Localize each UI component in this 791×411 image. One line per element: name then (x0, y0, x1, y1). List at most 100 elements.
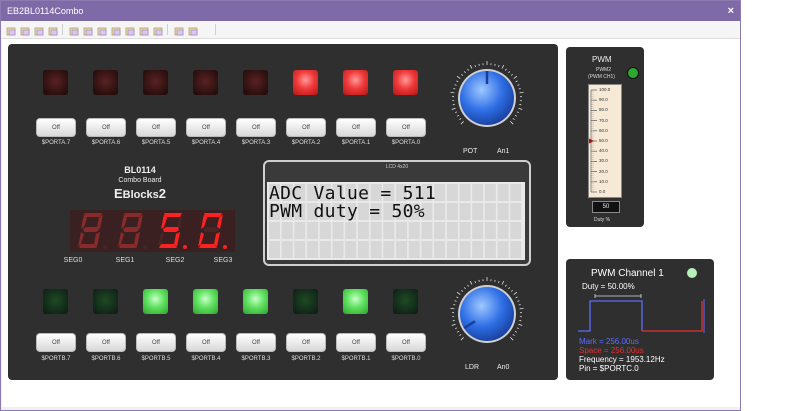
seg-digit-3 (198, 213, 227, 249)
pwm-channel-1-panel: PWM Channel 1 Duty = 50.00% Mark = 256.00u… (566, 259, 714, 380)
segment-label: SEG0 (63, 257, 83, 264)
toolbar-separator (215, 24, 216, 35)
portb-switch-1[interactable]: Off (336, 333, 376, 352)
toolbar-separator (167, 24, 168, 35)
toolbar-separator (62, 24, 63, 35)
pot-name-label: POT (463, 148, 478, 155)
porta-led-4 (193, 70, 218, 95)
seg-digit-0 (78, 213, 107, 249)
portb-switch-label: $PORTB.3 (241, 356, 271, 362)
new-icon[interactable] (6, 24, 17, 36)
portb-switch-label: $PORTB.2 (291, 356, 321, 362)
portb-switch-label: $PORTB.4 (191, 356, 221, 362)
portb-led-4 (193, 289, 218, 314)
close-icon[interactable]: × (728, 1, 734, 21)
portb-led-2 (293, 289, 318, 314)
pwm-scale-bar: 100.0 90.0 80.0 70.0 60.0 50.0 40.0 30.0 20.0 10.… (588, 84, 622, 198)
portb-switch-6[interactable]: Off (86, 333, 126, 352)
portb-switch-label: $PORTB.1 (341, 356, 371, 362)
seg-digit-1 (118, 213, 147, 249)
portb-switch-5[interactable]: Off (136, 333, 176, 352)
porta-switch-label: $PORTA.4 (191, 140, 221, 146)
settings-icon[interactable] (188, 24, 199, 36)
pwm-scale-tick: 70.0 (599, 117, 608, 123)
board-subtitle: Combo Board (118, 177, 162, 184)
window-title: EB2BL0114Combo (7, 6, 84, 16)
pot-channel-label: An1 (497, 148, 510, 155)
pwm-scale-tick: 60.0 (599, 127, 608, 133)
logo-blocks: Blocks (122, 189, 159, 201)
porta-switch-3[interactable]: Off (236, 118, 276, 137)
porta-led-3 (243, 70, 268, 95)
print-icon[interactable] (83, 24, 94, 36)
porta-switch-1[interactable]: Off (336, 118, 376, 137)
ldr-name-label: LDR (465, 364, 480, 371)
portb-led-5 (143, 289, 168, 314)
porta-switch-label: $PORTA.6 (91, 140, 121, 146)
porta-switch-label: $PORTA.0 (391, 140, 421, 146)
pwm-title: PWM (592, 55, 612, 64)
pwm-scale-tick: 80.0 (599, 107, 608, 113)
channel-status-led (687, 268, 697, 278)
portb-led-6 (93, 289, 118, 314)
seven-segment-display (70, 210, 235, 252)
channel-space: Space = 256.00us (579, 346, 644, 355)
porta-switch-4[interactable]: Off (186, 118, 226, 137)
porta-led-0 (393, 70, 418, 95)
channel-duty: Duty = 50.00% (582, 282, 635, 291)
pause-icon[interactable] (174, 24, 185, 36)
porta-switch-5[interactable]: Off (136, 118, 176, 137)
segment-label: SEG2 (165, 257, 185, 264)
pwm-waveform (578, 294, 705, 333)
pwm-sub2: (PWM CH1) (588, 74, 615, 80)
segment-label: SEG3 (213, 257, 233, 264)
pwm-scale-tick: 40.0 (599, 148, 608, 154)
pwm-scale-tick: 90.0 (599, 97, 608, 103)
pwm-value-box: 50 (592, 201, 620, 213)
portb-switch-2[interactable]: Off (286, 333, 326, 352)
porta-switch-6[interactable]: Off (86, 118, 126, 137)
portb-switch-7[interactable]: Off (36, 333, 76, 352)
toolbar (1, 21, 740, 39)
pwm-scale-tick: 10.0 (599, 178, 608, 184)
run-icon[interactable] (153, 24, 164, 36)
copy-icon[interactable] (48, 24, 59, 36)
pwm-gauge-panel: PWM PWM2 (PWM CH1) 100.0 90.0 80.0 70.0 60.0 50.… (566, 47, 644, 227)
porta-switch-label: $PORTA.7 (41, 140, 71, 146)
pwm-scale-tick: 100.0 (599, 87, 611, 92)
ldr-channel-label: An0 (497, 364, 510, 371)
porta-switch-2[interactable]: Off (286, 118, 326, 137)
portb-switch-0[interactable]: Off (386, 333, 426, 352)
pwm-scale-tick: 0.0 (599, 189, 606, 194)
open-icon[interactable] (20, 24, 31, 36)
channel-title: PWM Channel 1 (591, 268, 664, 279)
lcd-line-2: PWM duty = 50% (269, 201, 425, 222)
pwm-unit: Duty % (594, 217, 611, 223)
save-icon[interactable] (34, 24, 45, 36)
step-icon[interactable] (139, 24, 150, 36)
porta-led-1 (343, 70, 368, 95)
portb-switch-label: $PORTB.6 (91, 356, 121, 362)
component-icon[interactable] (97, 24, 108, 36)
pwm-scale-tick: 20.0 (599, 168, 608, 174)
pot-knob[interactable] (449, 60, 525, 136)
chart-icon[interactable] (125, 24, 136, 36)
porta-switch-7[interactable]: Off (36, 118, 76, 137)
porta-switch-label: $PORTA.5 (141, 140, 171, 146)
eblocks-logo: EBlocks2 (100, 186, 180, 201)
paste-icon[interactable] (69, 24, 80, 36)
board-name: BL0114 (124, 165, 156, 175)
ldr-knob[interactable] (449, 276, 525, 352)
title-bar: EB2BL0114Combo × (1, 1, 740, 21)
portb-led-0 (393, 289, 418, 314)
porta-led-6 (93, 70, 118, 95)
porta-led-7 (43, 70, 68, 95)
porta-switch-label: $PORTA.3 (241, 140, 271, 146)
porta-switch-0[interactable]: Off (386, 118, 426, 137)
seg-digit-2 (158, 213, 187, 249)
portb-switch-3[interactable]: Off (236, 333, 276, 352)
probe-icon[interactable] (111, 24, 122, 36)
lcd-display: LCD 4x20 ADC Value = 511 PWM duty = 50% (263, 160, 531, 266)
portb-switch-4[interactable]: Off (186, 333, 226, 352)
portb-switch-label: $PORTB.7 (41, 356, 71, 362)
